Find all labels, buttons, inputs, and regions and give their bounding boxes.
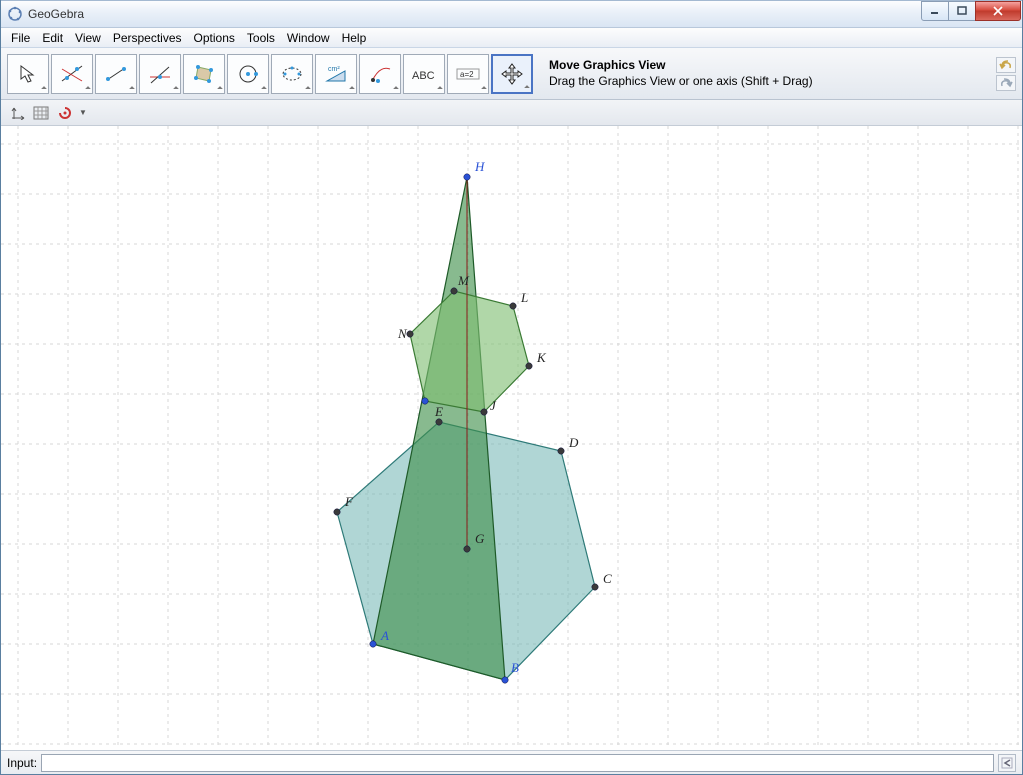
menu-view[interactable]: View [69,29,107,47]
tool-move-graphics-view[interactable] [491,54,533,94]
window-title: GeoGebra [28,7,922,21]
input-bar: Input: [1,750,1022,774]
label-N: N [397,326,408,341]
point-P[interactable] [422,398,428,404]
point-M[interactable] [451,288,457,294]
minimize-button[interactable] [921,1,949,21]
redo-icon[interactable] [996,75,1016,91]
point-G[interactable] [464,546,470,552]
tool-slider[interactable]: a=2 [447,54,489,94]
axes-toggle[interactable] [7,104,27,122]
main-toolbar: cm² ABC a=2 Move Graphics View Drag the … [1,48,1022,100]
point-L[interactable] [510,303,516,309]
style-toolbar: ▼ [1,100,1022,126]
label-G: G [475,531,485,546]
svg-text:cm²: cm² [328,66,340,73]
point-N[interactable] [407,331,413,337]
titlebar: GeoGebra [1,0,1022,28]
label-A: A [380,628,389,643]
input-field[interactable] [41,754,994,772]
tool-circle[interactable] [227,54,269,94]
label-L: L [520,290,528,305]
tool-hint-body: Drag the Graphics View or one axis (Shif… [549,74,813,90]
app-icon [7,6,23,22]
tool-hint-title: Move Graphics View [549,58,813,74]
point-E[interactable] [436,419,442,425]
undo-icon[interactable] [996,57,1016,73]
point-F[interactable] [334,509,340,515]
input-label: Input: [7,756,37,770]
svg-text:a=2: a=2 [460,70,474,79]
menu-edit[interactable]: Edit [36,29,69,47]
menu-file[interactable]: File [5,29,36,47]
svg-text:ABC: ABC [412,70,435,82]
tool-angle[interactable]: cm² [315,54,357,94]
tool-polygon[interactable] [183,54,225,94]
tool-move[interactable] [7,54,49,94]
tool-line[interactable] [51,54,93,94]
point-J[interactable] [481,409,487,415]
tool-text[interactable]: ABC [403,54,445,94]
label-K: K [536,350,547,365]
tool-hint: Move Graphics View Drag the Graphics Vie… [549,58,813,89]
label-D: D [568,435,579,450]
point-D[interactable] [558,448,564,454]
point-C[interactable] [592,584,598,590]
close-button[interactable] [975,1,1021,21]
label-C: C [603,571,612,586]
label-M: M [457,273,470,288]
graphics-view[interactable]: ABCDEFGHJKLMN [1,126,1022,750]
tool-perpendicular[interactable] [139,54,181,94]
tool-reflect[interactable] [359,54,401,94]
label-B: B [511,660,519,675]
label-F: F [344,494,354,509]
menubar: File Edit View Perspectives Options Tool… [1,28,1022,48]
menu-tools[interactable]: Tools [241,29,281,47]
point-K[interactable] [526,363,532,369]
menu-options[interactable]: Options [188,29,241,47]
point-H[interactable] [464,174,470,180]
label-E: E [434,404,443,419]
input-help-button[interactable] [998,754,1016,772]
point-A[interactable] [370,641,376,647]
point-B[interactable] [502,677,508,683]
tool-segment[interactable] [95,54,137,94]
label-H: H [474,159,485,174]
window-controls [922,1,1021,21]
menu-perspectives[interactable]: Perspectives [107,29,188,47]
point-capture[interactable] [55,104,75,122]
menu-window[interactable]: Window [281,29,336,47]
menu-help[interactable]: Help [336,29,373,47]
grid-toggle[interactable] [31,104,51,122]
tool-conic[interactable] [271,54,313,94]
dropdown-icon[interactable]: ▼ [79,108,87,117]
maximize-button[interactable] [948,1,976,21]
